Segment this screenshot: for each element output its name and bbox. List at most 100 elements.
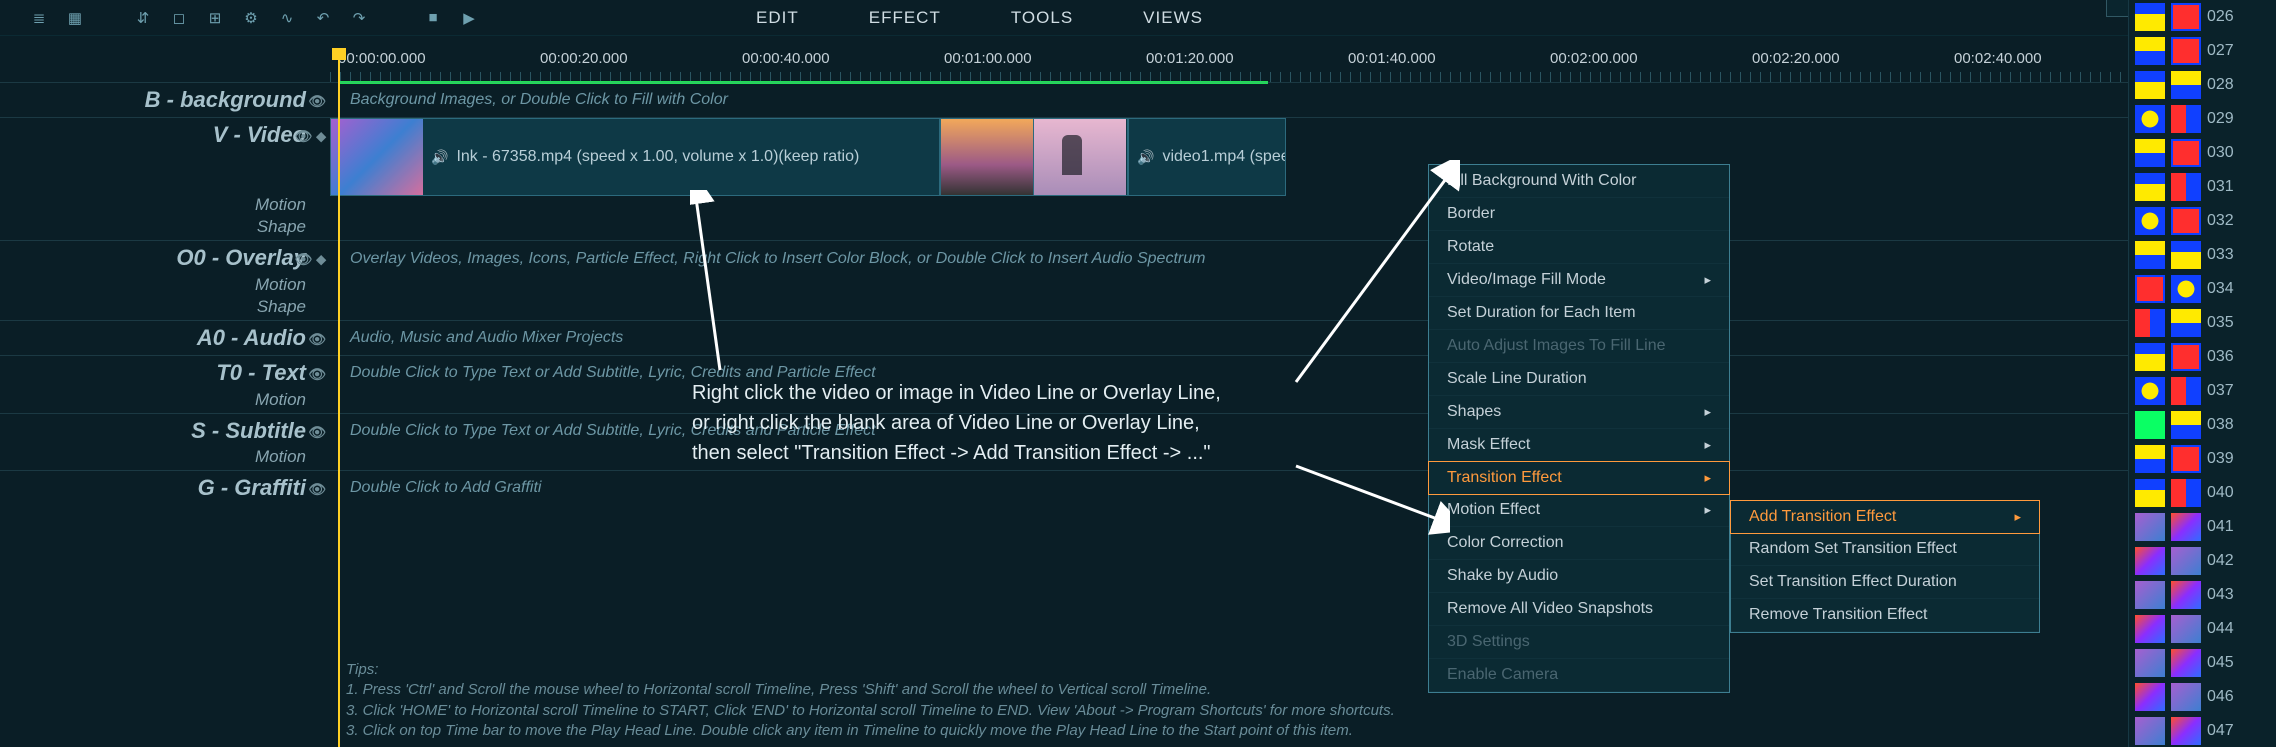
ctx-motion[interactable]: Motion Effect▸ — [1429, 494, 1729, 527]
preset-item[interactable]: 031 — [2129, 170, 2276, 204]
preset-item[interactable]: 033 — [2129, 238, 2276, 272]
ruler-tick: 00:00:40.000 — [742, 50, 830, 67]
ctx-mask[interactable]: Mask Effect▸ — [1429, 429, 1729, 462]
track-label-audio[interactable]: A0 - Audio👁 — [0, 321, 330, 355]
track-label-shape[interactable]: Shape — [0, 218, 330, 240]
wave-icon[interactable]: ∿ — [278, 9, 296, 27]
preset-item[interactable]: 042 — [2129, 544, 2276, 578]
preset-item[interactable]: 046 — [2129, 680, 2276, 714]
preset-item[interactable]: 040 — [2129, 476, 2276, 510]
ctx-border[interactable]: Border — [1429, 198, 1729, 231]
arrow-icon — [690, 190, 730, 380]
preset-item[interactable]: 038 — [2129, 408, 2276, 442]
preset-item[interactable]: 035 — [2129, 306, 2276, 340]
eye-icon[interactable]: 👁 — [308, 424, 326, 441]
ruler-tick: 00:01:20.000 — [1146, 50, 1234, 67]
preset-item[interactable]: 036 — [2129, 340, 2276, 374]
ctx-fill-mode[interactable]: Video/Image Fill Mode▸ — [1429, 264, 1729, 297]
stop-icon[interactable]: ■ — [424, 9, 442, 27]
preset-item[interactable]: 028 — [2129, 68, 2276, 102]
eye-icon[interactable]: 👁 — [308, 366, 326, 383]
preset-item[interactable]: 047 — [2129, 714, 2276, 747]
video-clip-1[interactable]: 🔊 Ink - 67358.mp4 (speed x 1.00, volume … — [330, 118, 940, 196]
chevron-right-icon: ▸ — [1704, 502, 1711, 518]
ctx-shake[interactable]: Shake by Audio — [1429, 560, 1729, 593]
clip-label: video1.mp4 (speed x 1.00, volume x 1.0) — [1162, 148, 1286, 166]
list-icon[interactable]: ≣ — [30, 9, 48, 27]
ruler-tick: 00:00:00.000 — [338, 50, 426, 67]
preset-item[interactable]: 039 — [2129, 442, 2276, 476]
layout-icon[interactable]: ⊞ — [206, 9, 224, 27]
undo-icon[interactable]: ↶ — [314, 9, 332, 27]
preset-item[interactable]: 037 — [2129, 374, 2276, 408]
ctx-fill-bg[interactable]: Fill Background With Color — [1429, 165, 1729, 198]
preset-item[interactable]: 030 — [2129, 136, 2276, 170]
preset-item[interactable]: 044 — [2129, 612, 2276, 646]
track-subtitle[interactable]: Double Click to Type Text or Add Subtitl… — [330, 414, 2276, 448]
grid-icon[interactable]: ▦ — [66, 9, 84, 27]
clip-thumbnail — [331, 119, 423, 195]
track-label-graffiti[interactable]: G - Graffiti👁 — [0, 471, 330, 505]
ctx-color[interactable]: Color Correction — [1429, 527, 1729, 560]
play-icon[interactable]: ▶ — [460, 9, 478, 27]
track-label-text[interactable]: T0 - Text👁 — [0, 356, 330, 390]
ctx-shapes[interactable]: Shapes▸ — [1429, 396, 1729, 429]
track-label-subtitle[interactable]: S - Subtitle👁 — [0, 414, 330, 448]
track-background[interactable]: Background Images, or Double Click to Fi… — [330, 83, 2276, 117]
menu-views[interactable]: VIEWS — [1143, 8, 1203, 28]
clip-thumbnail — [941, 119, 1033, 195]
subctx-random-transition[interactable]: Random Set Transition Effect — [1731, 533, 2039, 566]
eye-icon[interactable]: 👁 — [308, 93, 326, 110]
ruler-tick: 00:02:20.000 — [1752, 50, 1840, 67]
ctx-set-duration[interactable]: Set Duration for Each Item — [1429, 297, 1729, 330]
track-label-motion[interactable]: Motion — [0, 276, 330, 298]
preset-item[interactable]: 029 — [2129, 102, 2276, 136]
preset-item[interactable]: 026 — [2129, 0, 2276, 34]
ctx-transition[interactable]: Transition Effect▸ — [1428, 461, 1730, 495]
preset-item[interactable]: 041 — [2129, 510, 2276, 544]
menu-edit[interactable]: EDIT — [756, 8, 799, 28]
preset-item[interactable]: 043 — [2129, 578, 2276, 612]
time-ruler[interactable]: 00:00:00.000 00:00:20.000 00:00:40.000 0… — [330, 48, 2276, 82]
video-clip-thumb[interactable] — [1034, 118, 1128, 196]
ctx-rotate[interactable]: Rotate — [1429, 231, 1729, 264]
track-label-shape[interactable]: Shape — [0, 298, 330, 320]
track-label-motion[interactable]: Motion — [0, 196, 330, 218]
eye-icon[interactable]: 👁 ⬥ — [295, 128, 326, 145]
video-clip-2[interactable]: 🔊 video1.mp4 (speed x 1.00, volume x 1.0… — [1128, 118, 1286, 196]
playhead[interactable] — [338, 50, 340, 747]
chevron-right-icon: ▸ — [1704, 404, 1711, 420]
eye-icon[interactable]: 👁 — [308, 331, 326, 348]
menu-effect[interactable]: EFFECT — [869, 8, 941, 28]
chevron-right-icon: ▸ — [2014, 509, 2021, 525]
track-label-motion[interactable]: Motion — [0, 448, 330, 470]
eye-icon[interactable]: 👁 — [308, 481, 326, 498]
subctx-remove-transition[interactable]: Remove Transition Effect — [1731, 599, 2039, 632]
eye-icon[interactable]: 👁 ⬥ — [295, 251, 326, 268]
ctx-remove-snapshots[interactable]: Remove All Video Snapshots — [1429, 593, 1729, 626]
preset-item[interactable]: 027 — [2129, 34, 2276, 68]
menu-tools[interactable]: TOOLS — [1011, 8, 1073, 28]
ruler-tick: 00:02:00.000 — [1550, 50, 1638, 67]
ctx-scale-duration[interactable]: Scale Line Duration — [1429, 363, 1729, 396]
track-label-overlay[interactable]: O0 - Overlay👁 ⬥ — [0, 241, 330, 275]
ruler-tick: 00:02:40.000 — [1954, 50, 2042, 67]
clip-thumbnail — [1034, 119, 1126, 195]
gear-icon[interactable]: ⚙ — [242, 9, 260, 27]
video-clip-thumb[interactable] — [940, 118, 1034, 196]
split-vert-icon[interactable]: ⇵ — [134, 9, 152, 27]
subctx-set-transition-duration[interactable]: Set Transition Effect Duration — [1731, 566, 2039, 599]
preset-item[interactable]: 034 — [2129, 272, 2276, 306]
preset-item[interactable]: 045 — [2129, 646, 2276, 680]
preset-item[interactable]: 032 — [2129, 204, 2276, 238]
subctx-add-transition[interactable]: Add Transition Effect▸ — [1730, 500, 2040, 534]
clip-label: Ink - 67358.mp4 (speed x 1.00, volume x … — [456, 148, 859, 166]
track-label-background[interactable]: B - background👁 — [0, 83, 330, 117]
crop-icon[interactable]: ◻ — [170, 9, 188, 27]
ruler-tick: 00:00:20.000 — [540, 50, 628, 67]
redo-icon[interactable]: ↷ — [350, 9, 368, 27]
tips-text: Tips: 1. Press 'Ctrl' and Scroll the mou… — [346, 660, 1395, 741]
track-label-motion[interactable]: Motion — [0, 391, 330, 413]
chevron-right-icon: ▸ — [1704, 272, 1711, 288]
track-label-video[interactable]: V - Video👁 ⬥ — [0, 118, 330, 196]
